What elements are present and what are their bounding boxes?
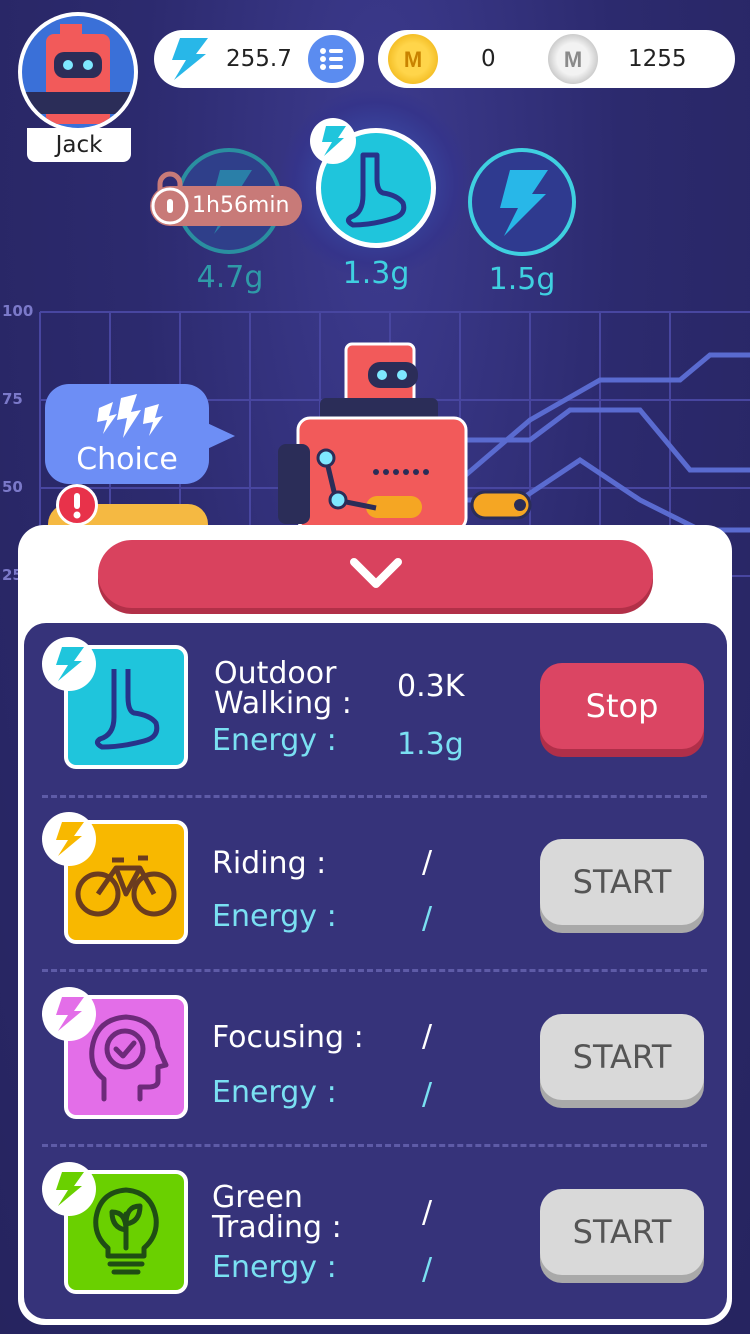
robot-mascot-icon [278,342,532,530]
energy-label: Energy : [212,899,337,934]
activity-value: / [422,1195,433,1230]
tile-badge [42,1162,96,1216]
menu-button[interactable] [308,35,356,83]
lightning-icon [56,1172,84,1206]
svg-text:M: M [564,47,582,72]
lightning-burst-icon [97,394,163,438]
axis-tick-50: 50 [2,478,23,496]
start-button-riding[interactable]: START [540,839,704,925]
lock-timer-text: 1h56min [192,193,290,218]
energy-bubble-available[interactable] [468,148,576,256]
energy-balance-value: 255.7 [226,46,292,72]
lock-icon [151,171,189,225]
lightning-icon [322,126,346,156]
tile-badge [42,812,96,866]
energy-value: / [422,1077,433,1112]
bubble-label-available: 1.5g [488,262,556,297]
energy-label: Energy : [212,723,337,758]
bubble-badge [310,118,356,164]
start-button-focusing[interactable]: START [540,1014,704,1100]
silver-coin-icon: M [548,34,598,84]
choice-button[interactable]: Choice [45,384,235,484]
alert-icon [56,484,98,526]
axis-tick-75: 75 [2,390,23,408]
divider [42,1144,707,1147]
list-icon [320,48,343,70]
lightning-icon [56,647,84,681]
choice-label: Choice [76,442,178,477]
bubble-label-locked: 4.7g [196,260,264,295]
stop-button[interactable]: Stop [540,663,704,749]
energy-label: Energy : [212,1250,337,1285]
chevron-down-icon [350,558,402,588]
gold-coin-value: 0 [481,46,496,72]
energy-balance-pill: 255.7 [154,30,364,88]
axis-tick-100: 100 [2,302,34,320]
gold-coin-icon: M [388,34,438,84]
avatar[interactable] [18,12,138,132]
choice-pointer [205,422,235,450]
activity-name: Green Trading : [212,1180,342,1245]
activity-name: Riding : [212,846,327,881]
collapse-button[interactable] [98,540,653,608]
bubble-label-active: 1.3g [342,256,410,291]
robot-avatar-icon [22,24,134,124]
lightning-icon [172,38,208,80]
lightning-icon [56,822,84,856]
lock-timer-pill: 1h56min [150,171,302,226]
divider [42,969,707,972]
energy-value: / [422,901,433,936]
energy-value: 1.3g [397,727,464,762]
tile-badge [42,637,96,691]
lightning-icon [500,170,548,236]
activity-value: / [422,1019,433,1054]
energy-value: / [422,1252,433,1287]
activity-name: Outdoor Walking : [214,656,352,721]
activity-name: Focusing : [212,1020,364,1055]
activity-value: 0.3K [397,669,465,704]
lightning-icon [56,997,84,1031]
coins-pill: M 0 M 1255 [378,30,735,88]
start-button-green-trading[interactable]: START [540,1189,704,1275]
energy-label: Energy : [212,1075,337,1110]
list-item-outdoor-walking: Outdoor Walking : 0.3K Energy : 1.3g Sto… [24,623,727,798]
activity-list: Outdoor Walking : 0.3K Energy : 1.3g Sto… [24,623,727,1319]
tile-badge [42,987,96,1041]
activity-value: / [422,845,433,880]
svg-text:M: M [404,47,422,72]
user-name: Jack [27,128,131,162]
silver-coin-value: 1255 [628,46,687,72]
